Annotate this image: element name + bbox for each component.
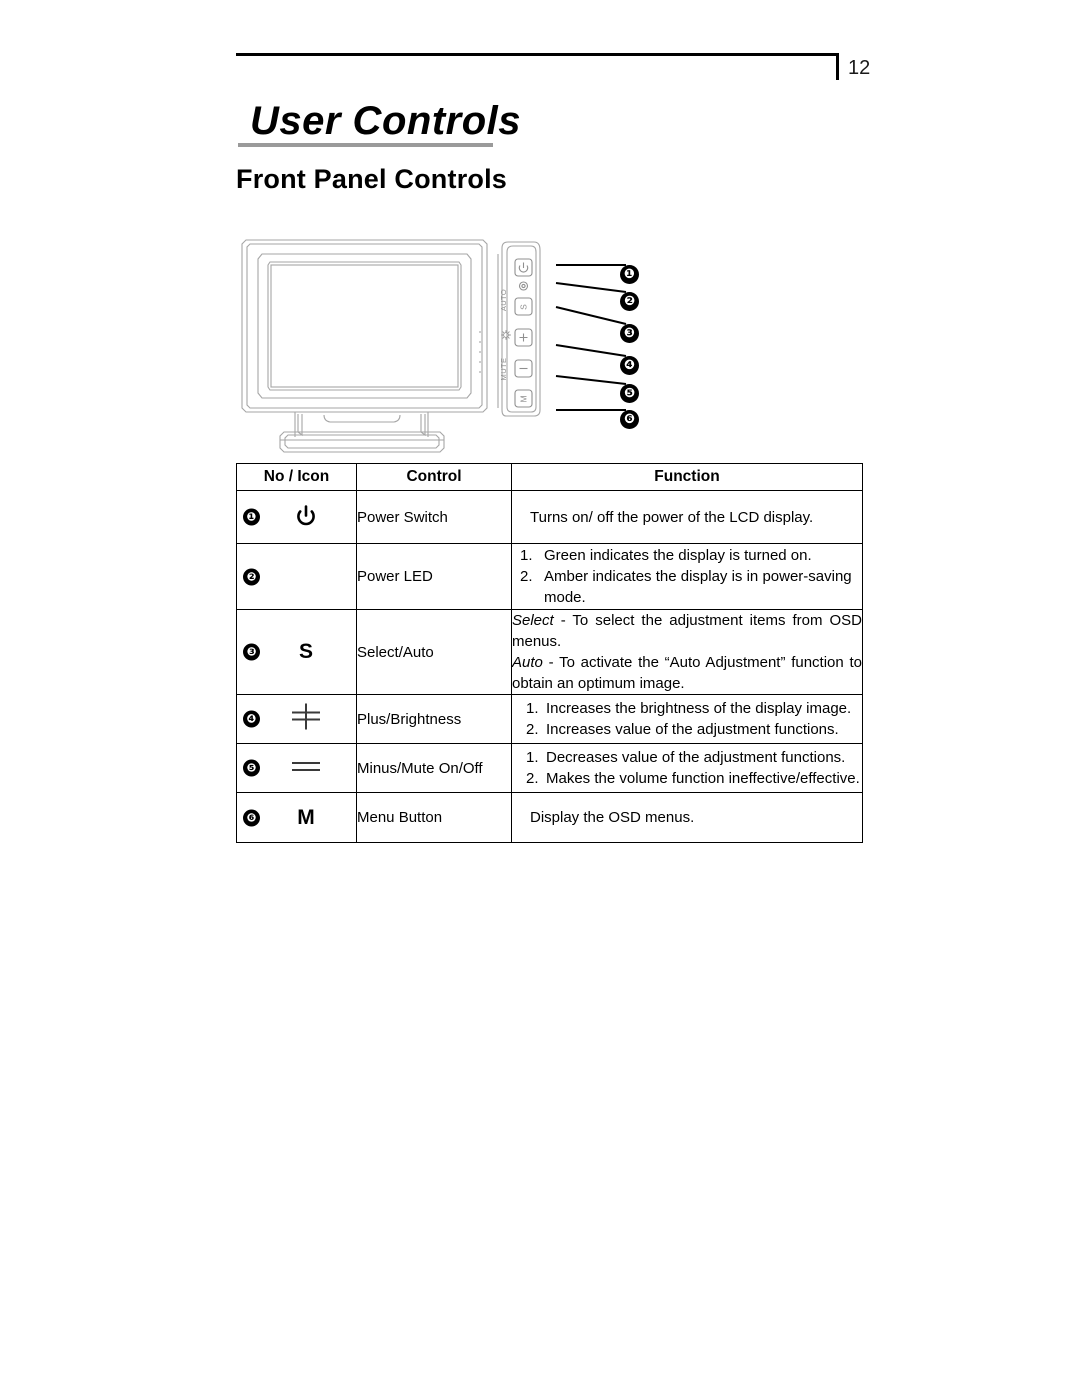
column-header-no-icon: No / Icon (236, 463, 357, 491)
list-item: 1. Green indicates the display is turned… (520, 545, 862, 566)
menu-icon: M (297, 805, 315, 829)
list-item-number: 1. (520, 547, 533, 564)
row-number-6: ❻ (243, 809, 260, 826)
row-control-label: Power LED (356, 543, 512, 610)
row-icon-cell: ❺ (236, 743, 357, 793)
row-icon-cell: ❷ (236, 543, 357, 610)
plus-brightness-icon (277, 703, 335, 735)
list-item-number: 2. (526, 721, 539, 738)
table-row: ❷ Power LED 1. Green indicates the displ… (236, 543, 863, 610)
function-text: Display the OSD menus. (530, 809, 695, 826)
list-item: 2. Makes the volume function ineffective… (526, 768, 862, 789)
function-paragraph: Auto - To activate the “Auto Adjustment”… (512, 652, 862, 694)
row-function-cell: Display the OSD menus. (511, 792, 863, 843)
callout-number-1: ❶ (620, 265, 639, 284)
callout-number-4: ❹ (620, 356, 639, 375)
list-item-text: Increases the brightness of the display … (546, 700, 852, 717)
function-list: 1. Decreases value of the adjustment fun… (526, 747, 862, 789)
table-row: ❺ Minus/Mute On/Off 1. Decreases value o… (236, 743, 863, 793)
list-item: 2. Increases value of the adjustment fun… (526, 719, 862, 740)
row-control-label: Menu Button (356, 792, 512, 843)
row-function-cell: Turns on/ off the power of the LCD displ… (511, 490, 863, 544)
column-header-function: Function (511, 463, 863, 491)
row-function-cell: 1. Increases the brightness of the displ… (511, 694, 863, 744)
row-control-label: Minus/Mute On/Off (356, 743, 512, 793)
page-number: 12 (848, 57, 871, 79)
list-item-number: 1. (526, 700, 539, 717)
list-item: 1. Increases the brightness of the displ… (526, 698, 862, 719)
callout-number-5: ❺ (620, 384, 639, 403)
front-panel-diagram: S M AUTO MUTE (240, 232, 660, 457)
list-item-text: Amber indicates the display is in power-… (544, 568, 852, 606)
row-number-5: ❺ (243, 759, 260, 777)
row-number-4: ❹ (243, 710, 260, 728)
row-function-cell: 1. Green indicates the display is turned… (511, 543, 863, 610)
row-function-cell: 1. Decreases value of the adjustment fun… (511, 743, 863, 793)
select-auto-icon: S (298, 640, 313, 663)
list-item-text: Makes the volume function ineffective/ef… (546, 770, 860, 787)
function-lead-auto: Auto (512, 654, 543, 671)
section-title: Front Panel Controls (236, 164, 508, 194)
chapter-title: User Controls (250, 99, 521, 143)
chapter-title-underline (238, 143, 493, 147)
table-row: ❻ M Menu Button Display the OSD menus. (236, 792, 863, 843)
svg-text:MUTE: MUTE (499, 358, 508, 381)
list-item-number: 2. (526, 770, 539, 787)
callout-number-6: ❻ (620, 410, 639, 429)
function-rest-select: - To select the adjustment items from OS… (512, 612, 862, 650)
header-rule-tick (836, 53, 839, 80)
list-item-text: Green indicates the display is turned on… (544, 547, 812, 564)
function-list: 1. Increases the brightness of the displ… (526, 698, 862, 740)
function-text: Turns on/ off the power of the LCD displ… (530, 508, 814, 526)
row-number-3: ❸ (243, 643, 260, 661)
svg-text:M: M (519, 395, 529, 402)
svg-text:S: S (519, 304, 529, 310)
row-icon-cell: ❸ S (236, 609, 357, 695)
list-item-text: Increases value of the adjustment functi… (546, 721, 839, 738)
row-number-1: ❶ (243, 508, 260, 526)
row-icon-cell: ❻ M (236, 792, 357, 843)
table-header-row: No / Icon Control Function (236, 463, 863, 491)
front-panel-controls-table: No / Icon Control Function ❶ Power Switc (236, 463, 863, 843)
power-icon (277, 505, 335, 529)
function-rest-auto: - To activate the “Auto Adjustment” func… (512, 654, 862, 692)
list-item-number: 2. (520, 568, 533, 585)
list-item: 1. Decreases value of the adjustment fun… (526, 747, 862, 768)
list-item: 2. Amber indicates the display is in pow… (520, 566, 862, 608)
table-row: ❸ S Select/Auto Select - To select the a… (236, 609, 863, 695)
row-icon-cell: ❹ (236, 694, 357, 744)
function-paragraph: Select - To select the adjustment items … (512, 610, 862, 652)
callout-number-2: ❷ (620, 292, 639, 311)
row-control-label: Select/Auto (356, 609, 512, 695)
function-list: 1. Green indicates the display is turned… (520, 545, 862, 608)
row-icon-cell: ❶ (236, 490, 357, 544)
column-header-control: Control (356, 463, 512, 491)
function-lead-select: Select (512, 612, 554, 629)
minus-mute-icon (277, 757, 335, 779)
table-row: ❹ Plus/Brightness 1. Increases the brigh… (236, 694, 863, 744)
table-row: ❶ Power Switch Turns on/ off the power o… (236, 490, 863, 544)
row-function-cell: Select - To select the adjustment items … (511, 609, 863, 695)
row-control-label: Plus/Brightness (356, 694, 512, 744)
row-control-label: Power Switch (356, 490, 512, 544)
svg-text:AUTO: AUTO (499, 289, 508, 311)
list-item-number: 1. (526, 749, 539, 766)
row-number-2: ❷ (243, 568, 260, 585)
callout-number-3: ❸ (620, 324, 639, 343)
header-rule (236, 53, 838, 56)
list-item-text: Decreases value of the adjustment functi… (546, 749, 846, 766)
